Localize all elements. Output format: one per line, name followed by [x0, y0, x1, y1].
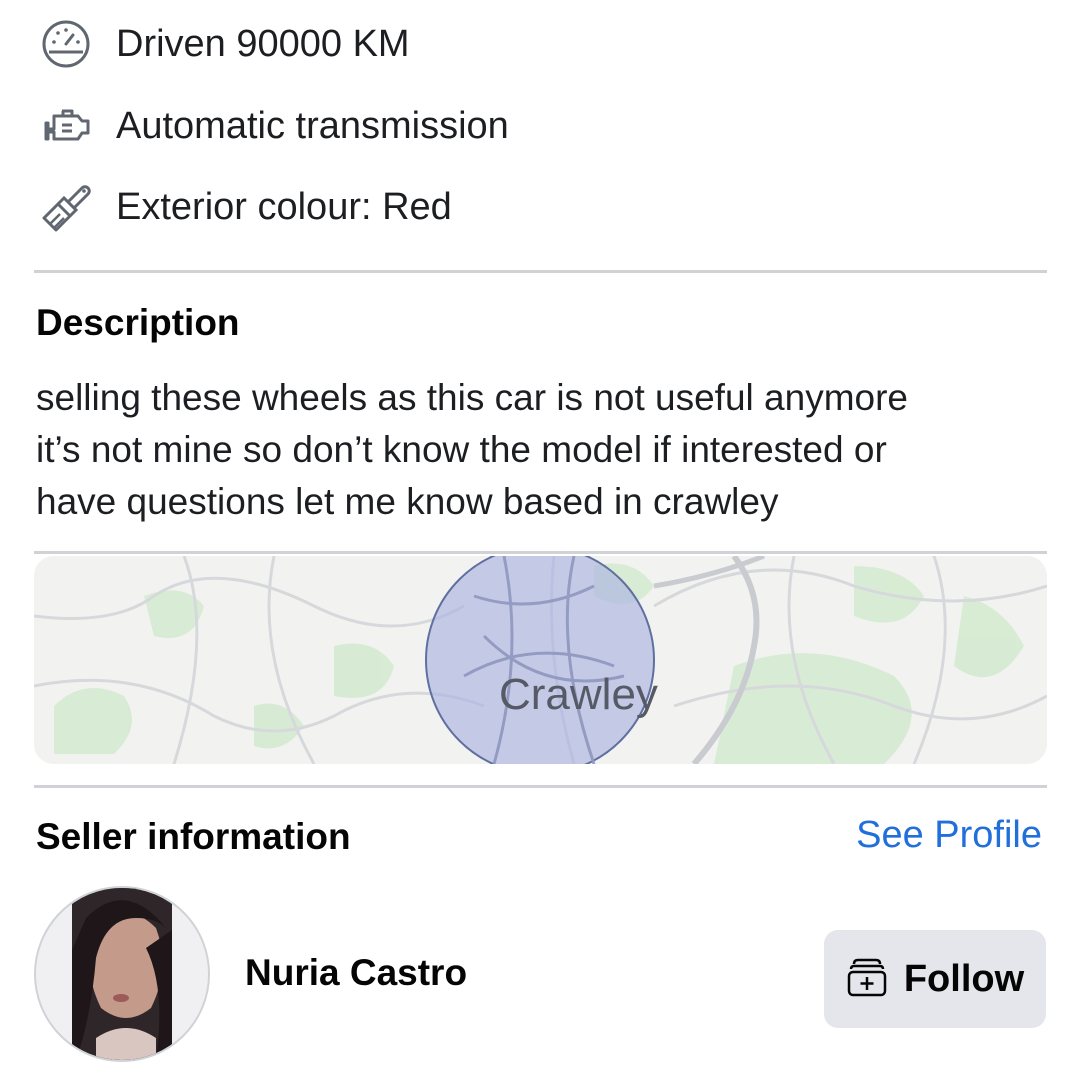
divider: [34, 785, 1047, 788]
spec-row-colour: Exterior colour: Red: [40, 177, 452, 237]
location-map[interactable]: Crawley: [34, 556, 1047, 764]
map-location-label: Crawley: [499, 670, 658, 719]
spec-row-transmission: Automatic transmission: [40, 96, 509, 156]
description-line: have questions let me know based in craw…: [36, 481, 779, 522]
spec-row-mileage: Driven 90000 KM: [40, 14, 410, 74]
spec-mileage-text: Driven 90000 KM: [116, 22, 410, 65]
description-title: Description: [36, 302, 240, 343]
spec-transmission-text: Automatic transmission: [116, 104, 509, 147]
description-line: selling these wheels as this car is not …: [36, 377, 908, 418]
see-profile-link[interactable]: See Profile: [856, 814, 1042, 857]
spec-colour-text: Exterior colour: Red: [116, 185, 452, 228]
follow-label: Follow: [903, 957, 1025, 1000]
seller-name[interactable]: Nuria Castro: [245, 952, 467, 994]
description-line: it’s not mine so don’t know the model if…: [36, 429, 887, 470]
speedometer-icon: [40, 16, 96, 72]
map-graphic: [34, 556, 1047, 764]
follow-button[interactable]: Follow: [824, 930, 1046, 1028]
paintbrush-icon: [40, 179, 96, 235]
engine-icon: [40, 98, 96, 154]
follow-plus-icon: [846, 956, 888, 1003]
divider: [34, 551, 1047, 554]
seller-information-title: Seller information: [36, 816, 351, 857]
divider: [34, 270, 1047, 273]
seller-avatar[interactable]: [34, 886, 210, 1062]
